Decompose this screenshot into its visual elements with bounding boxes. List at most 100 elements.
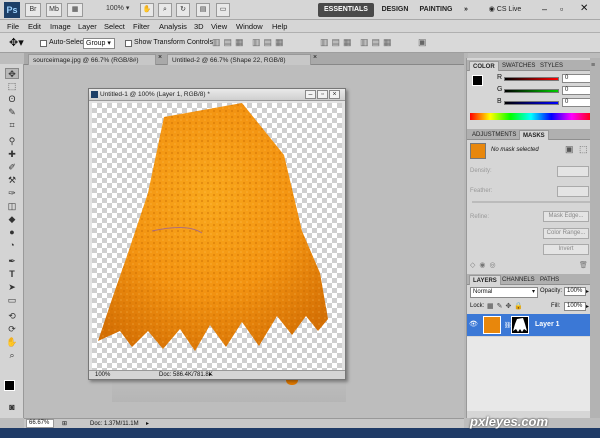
- layer-row-layer-1[interactable]: 👁 ⛓ Layer 1: [467, 314, 593, 336]
- eyedropper-tool-icon[interactable]: ⚲: [5, 136, 19, 147]
- document-title-bar[interactable]: Untitled-1 @ 100% (Layer 1, RGB/8) * – ▫…: [89, 89, 345, 101]
- fill-field[interactable]: 100%: [564, 302, 586, 311]
- distribute-buttons[interactable]: ▥▤▦ ▥▤▦: [320, 37, 395, 48]
- hand-tool-button[interactable]: ✋: [140, 3, 154, 17]
- zoom-field[interactable]: 66.67%: [26, 419, 54, 428]
- rotate-view-button[interactable]: ↻: [176, 3, 190, 17]
- pen-tool-icon[interactable]: ✒: [5, 256, 19, 267]
- tab-color[interactable]: COLOR: [469, 61, 499, 71]
- rectangle-tool-icon[interactable]: ▭: [5, 295, 19, 306]
- menu-file[interactable]: File: [7, 20, 19, 33]
- mask-edge-button[interactable]: Mask Edge...: [543, 211, 589, 222]
- mini-bridge-button[interactable]: Mb: [46, 3, 62, 17]
- view-extras-button[interactable]: ▦: [67, 3, 83, 17]
- opacity-arrow-icon[interactable]: ▸: [586, 288, 589, 295]
- doc-maximize-icon[interactable]: ▫: [317, 90, 328, 99]
- bridge-button[interactable]: Br: [25, 3, 41, 17]
- hand-tool-icon[interactable]: ✋: [5, 337, 19, 348]
- menu-filter[interactable]: Filter: [133, 20, 150, 33]
- menu-view[interactable]: View: [211, 20, 227, 33]
- menu-analysis[interactable]: Analysis: [159, 20, 187, 33]
- move-tool-preset-icon[interactable]: ✥▾: [9, 36, 24, 49]
- tab-adjustments[interactable]: ADJUSTMENTS: [469, 130, 519, 140]
- more-workspaces-button[interactable]: »: [461, 3, 471, 17]
- tab-sourceimage[interactable]: sourceimage.jpg @ 66.7% (RGB/8#): [28, 54, 156, 65]
- lasso-tool-icon[interactable]: ʘ: [5, 94, 19, 105]
- visibility-eye-icon[interactable]: 👁: [469, 320, 478, 328]
- crop-tool-icon[interactable]: ⌗: [5, 120, 19, 131]
- 3d-rotate-tool-icon[interactable]: ⟲: [5, 311, 19, 322]
- blur-tool-icon[interactable]: ●: [5, 227, 19, 238]
- quick-mask-icon[interactable]: ◙: [5, 402, 19, 413]
- healing-brush-tool-icon[interactable]: ✚: [5, 149, 19, 160]
- menu-help[interactable]: Help: [272, 20, 287, 33]
- quick-selection-tool-icon[interactable]: ✎: [5, 107, 19, 118]
- tab-swatches[interactable]: SWATCHES: [499, 61, 538, 71]
- channel-b-slider[interactable]: [504, 101, 559, 105]
- tab-channels[interactable]: CHANNELS: [499, 275, 538, 285]
- menu-layer[interactable]: Layer: [78, 20, 97, 33]
- dodge-tool-icon[interactable]: ◔: [5, 240, 19, 251]
- mask-panel-footer-icons[interactable]: ◇◉◎: [470, 261, 500, 269]
- move-tool-icon[interactable]: ✥: [5, 68, 19, 79]
- status-menu-arrow-icon[interactable]: ▸: [209, 371, 212, 380]
- lock-icons[interactable]: ▦✎✥🔒: [487, 302, 526, 310]
- 3d-orbit-tool-icon[interactable]: ⟳: [5, 324, 19, 335]
- minimize-icon[interactable]: –: [542, 4, 547, 14]
- layer-name[interactable]: Layer 1: [535, 321, 560, 328]
- document-window[interactable]: Untitled-1 @ 100% (Layer 1, RGB/8) * – ▫…: [88, 88, 346, 380]
- tab-close-icon[interactable]: ×: [158, 54, 162, 61]
- fill-arrow-icon[interactable]: ▸: [586, 303, 589, 310]
- menu-select[interactable]: Select: [104, 20, 125, 33]
- eraser-tool-icon[interactable]: ◫: [5, 201, 19, 212]
- menu-3d[interactable]: 3D: [194, 20, 204, 33]
- channel-r-slider[interactable]: [504, 77, 559, 81]
- channel-g-slider[interactable]: [504, 89, 559, 93]
- tab-layers[interactable]: LAYERS: [469, 275, 501, 285]
- workspace-design[interactable]: DESIGN: [378, 3, 412, 17]
- blend-mode-dropdown[interactable]: Normal ▾: [470, 287, 538, 298]
- history-brush-tool-icon[interactable]: ✑: [5, 188, 19, 199]
- panel-menu-icon[interactable]: ≡: [591, 62, 595, 69]
- auto-select-dropdown[interactable]: Group ▾: [83, 38, 115, 49]
- add-pixel-mask-icon[interactable]: ▣: [565, 144, 574, 155]
- show-transform-checkbox[interactable]: [125, 40, 132, 47]
- zoom-tool-icon[interactable]: ⌕: [5, 350, 19, 361]
- tab-untitled-2[interactable]: Untitled-2 @ 66.7% (Shape 22, RGB/8): [167, 54, 311, 65]
- workspace-painting[interactable]: PAINTING: [415, 3, 457, 17]
- paint-bucket-tool-icon[interactable]: ◆: [5, 214, 19, 225]
- workspace-essentials[interactable]: ESSENTIALS: [318, 3, 374, 17]
- screen-mode-button[interactable]: ▭: [216, 3, 230, 17]
- zoom-tool-button[interactable]: ⌕: [158, 3, 172, 17]
- auto-align-button[interactable]: ▣: [418, 37, 427, 48]
- maximize-icon[interactable]: ▫: [560, 4, 563, 14]
- tab-masks[interactable]: MASKS: [519, 130, 549, 140]
- opacity-field[interactable]: 100%: [564, 287, 586, 296]
- add-vector-mask-icon[interactable]: ⬚: [579, 144, 588, 155]
- marquee-tool-icon[interactable]: ⬚: [5, 81, 19, 92]
- color-panel-foreground[interactable]: [472, 75, 483, 86]
- close-icon[interactable]: ✕: [580, 3, 588, 14]
- document-zoom[interactable]: 100%: [95, 371, 110, 380]
- menu-window[interactable]: Window: [236, 20, 263, 33]
- color-range-button[interactable]: Color Range...: [543, 228, 589, 239]
- zoom-level-select[interactable]: 100% ▾: [103, 3, 137, 17]
- color-spectrum-ramp[interactable]: [470, 113, 592, 120]
- cs-live-button[interactable]: ◉ CS Live: [480, 3, 530, 17]
- path-selection-tool-icon[interactable]: ➤: [5, 282, 19, 293]
- align-buttons[interactable]: ▥▤▦ ▥▤▦: [212, 37, 287, 48]
- auto-select-checkbox[interactable]: [40, 40, 47, 47]
- mask-trash-icon[interactable]: 🗑: [579, 261, 588, 269]
- brush-tool-icon[interactable]: ✐: [5, 162, 19, 173]
- menu-edit[interactable]: Edit: [28, 20, 41, 33]
- clone-stamp-tool-icon[interactable]: ⚒: [5, 175, 19, 186]
- foreground-color-swatch[interactable]: [4, 380, 15, 391]
- menu-image[interactable]: Image: [50, 20, 71, 33]
- doc-minimize-icon[interactable]: –: [305, 90, 316, 99]
- type-tool-icon[interactable]: T: [5, 269, 19, 280]
- doc-close-icon[interactable]: ×: [329, 90, 340, 99]
- tab-close-icon[interactable]: ×: [313, 54, 317, 61]
- tab-paths[interactable]: PATHS: [537, 275, 562, 285]
- invert-button[interactable]: Invert: [543, 244, 589, 255]
- arrange-documents-button[interactable]: ▤: [196, 3, 210, 17]
